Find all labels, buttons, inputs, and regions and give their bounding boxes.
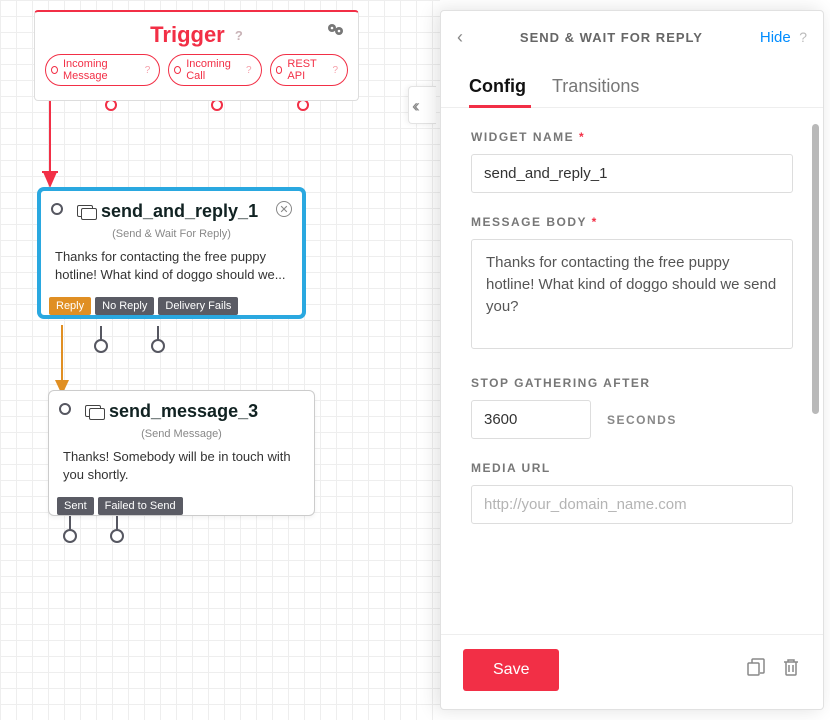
tab-config[interactable]: Config: [469, 76, 526, 107]
output-failed-to-send[interactable]: Failed to Send: [98, 497, 183, 515]
widget-body-preview: Thanks for contacting the free puppy hot…: [41, 248, 302, 297]
help-icon[interactable]: ?: [235, 28, 243, 43]
help-icon: ?: [145, 65, 151, 76]
trigger-pill-incoming-message[interactable]: Incoming Message?: [45, 54, 160, 86]
help-icon: ?: [246, 65, 252, 76]
input-port[interactable]: [59, 403, 71, 415]
stop-gathering-label: STOP GATHERING AFTER: [471, 376, 793, 390]
output-reply[interactable]: Reply: [49, 297, 91, 315]
close-icon[interactable]: ✕: [276, 201, 292, 217]
output-sent[interactable]: Sent: [57, 497, 94, 515]
trash-icon[interactable]: [781, 657, 801, 683]
media-url-input[interactable]: [471, 485, 793, 524]
stop-gathering-input[interactable]: [471, 400, 591, 439]
trigger-pill-rest-api[interactable]: REST API?: [270, 54, 348, 86]
widget-send-and-reply-1[interactable]: send_and_reply_1 ✕ (Send & Wait For Repl…: [38, 188, 305, 318]
tab-transitions[interactable]: Transitions: [552, 76, 639, 107]
panel-tabs: Config Transitions: [441, 56, 823, 108]
widget-name: send_and_reply_1: [101, 201, 258, 222]
required-asterisk: *: [592, 215, 598, 229]
save-button[interactable]: Save: [463, 649, 559, 691]
widget-body-preview: Thanks! Somebody will be in touch with y…: [49, 448, 314, 497]
widget-type: (Send & Wait For Reply): [41, 228, 302, 240]
config-panel: ‹ SEND & WAIT FOR REPLY Hide ? Config Tr…: [440, 10, 824, 710]
output-no-reply[interactable]: No Reply: [95, 297, 154, 315]
chat-icon: [85, 405, 103, 419]
chat-icon: [77, 205, 95, 219]
required-asterisk: *: [579, 130, 585, 144]
output-delivery-fails[interactable]: Delivery Fails: [158, 297, 238, 315]
trigger-title: Trigger: [150, 22, 225, 47]
connectors: [0, 0, 440, 720]
panel-title: SEND & WAIT FOR REPLY: [520, 30, 703, 45]
hide-panel-link[interactable]: Hide: [760, 29, 791, 46]
stop-gathering-unit: SECONDS: [607, 413, 677, 427]
widget-type: (Send Message): [49, 428, 314, 440]
back-icon[interactable]: ‹: [457, 27, 463, 48]
flow-canvas[interactable]: Trigger ? Incoming Message? Incoming Cal…: [0, 0, 440, 720]
scrollbar-thumb[interactable]: [812, 124, 819, 414]
trigger-pill-incoming-call[interactable]: Incoming Call?: [168, 54, 261, 86]
message-body-label: MESSAGE BODY: [471, 215, 587, 229]
duplicate-icon[interactable]: [745, 657, 767, 683]
widget-name: send_message_3: [109, 401, 258, 422]
help-icon: ?: [332, 65, 338, 76]
widget-name-label: WIDGET NAME: [471, 130, 574, 144]
widget-send-message-3[interactable]: send_message_3 (Send Message) Thanks! So…: [48, 390, 315, 516]
help-icon[interactable]: ?: [799, 29, 807, 45]
chevron-left-icon[interactable]: ‹‹: [412, 96, 416, 117]
widget-name-input[interactable]: [471, 154, 793, 193]
input-port[interactable]: [51, 203, 63, 215]
gear-icon[interactable]: [326, 22, 346, 41]
trigger-node[interactable]: Trigger ? Incoming Message? Incoming Cal…: [34, 10, 359, 101]
media-url-label: MEDIA URL: [471, 461, 793, 475]
message-body-input[interactable]: [471, 239, 793, 349]
